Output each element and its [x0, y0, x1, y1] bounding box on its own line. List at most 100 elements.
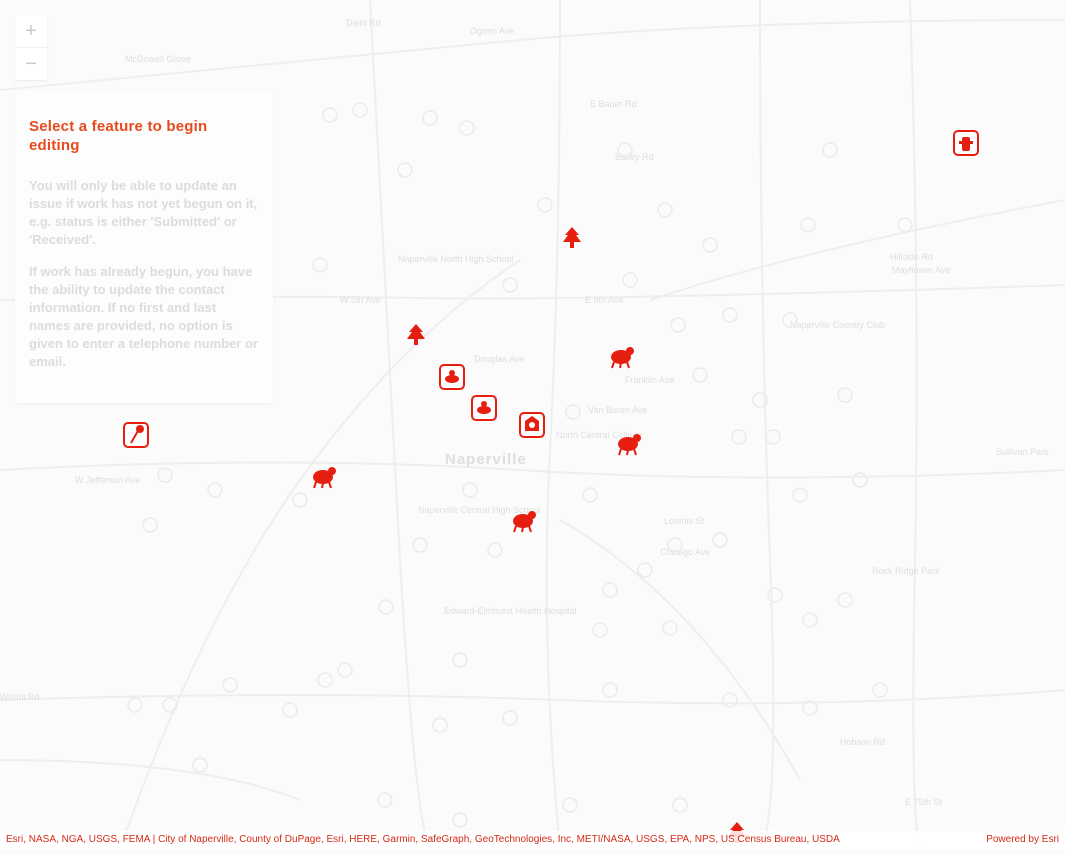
street-label: Mayflower Ave [892, 265, 950, 275]
poi-icon [452, 812, 468, 828]
street-label: Hobson Rd [840, 737, 885, 747]
poi-icon [292, 492, 308, 508]
street-label: W Jefferson Ave [75, 475, 140, 485]
poi-icon [592, 622, 608, 638]
poi-icon [487, 542, 503, 558]
poi-icon [602, 682, 618, 698]
street-label: Wehrli Rd [0, 692, 39, 702]
place-label: Edward-Elmhurst Health Hospital [444, 606, 577, 616]
panel-title: Select a feature to begin editing [29, 118, 208, 154]
animal-issue-icon[interactable] [611, 347, 634, 369]
poi-icon [317, 672, 333, 688]
poi-icon [637, 562, 653, 578]
poi-icon [207, 482, 223, 498]
street-label: E 5th Ave [585, 295, 623, 305]
poi-icon [412, 537, 428, 553]
poi-icon [852, 472, 868, 488]
poi-icon [157, 467, 173, 483]
panel-paragraph: You will only be able to update an issue… [29, 178, 258, 247]
poi-icon [422, 110, 438, 126]
poi-icon [822, 142, 838, 158]
poi-icon [377, 792, 393, 808]
place-label: Sullivan Park [996, 447, 1049, 457]
pothole-issue-icon[interactable] [439, 364, 465, 390]
poi-icon [722, 692, 738, 708]
place-label: Naperville Country Club [790, 320, 885, 330]
street-label: Hillside Rd [890, 252, 933, 262]
graffiti-issue-icon[interactable] [519, 412, 545, 438]
poi-icon [622, 272, 638, 288]
street-label: E 75th St [905, 797, 943, 807]
poi-icon [459, 120, 475, 136]
zoom-in-button[interactable]: + [15, 15, 47, 47]
tree-issue-icon[interactable] [407, 324, 425, 345]
poi-icon [502, 710, 518, 726]
poi-icon [767, 587, 783, 603]
poi-icon [792, 487, 808, 503]
poi-icon [378, 599, 394, 615]
poi-icon [462, 482, 478, 498]
street-label: Douglas Ave [474, 354, 524, 364]
poi-icon [802, 612, 818, 628]
poi-icon [502, 277, 518, 293]
poi-icon [282, 702, 298, 718]
panel-paragraph: If work has already begun, you have the … [29, 264, 258, 369]
street-label: Van Buren Ave [588, 405, 647, 415]
poi-icon [337, 662, 353, 678]
tree-issue-icon[interactable] [563, 227, 581, 248]
place-label: McDowell Grove [125, 54, 191, 64]
street-label: W 5th Ave [340, 295, 381, 305]
poi-icon [722, 307, 738, 323]
place-label: Naperville Central High School [418, 505, 541, 515]
poi-icon [432, 717, 448, 733]
poi-icon [582, 487, 598, 503]
poi-icon [162, 697, 178, 713]
street-label: Diehl Rd [346, 18, 381, 28]
street-label: Ogden Ave [470, 26, 514, 36]
poi-icon [765, 429, 781, 445]
place-label: Naperville North High School [398, 254, 514, 264]
poi-icon [702, 237, 718, 253]
poi-icon [397, 162, 413, 178]
poi-icon [352, 102, 368, 118]
pothole-issue-icon[interactable] [471, 395, 497, 421]
poi-icon [897, 217, 913, 233]
zoom-out-button[interactable]: − [15, 47, 47, 80]
poi-icon [731, 429, 747, 445]
poi-icon [837, 592, 853, 608]
poi-icon [565, 404, 581, 420]
attribution-sources[interactable]: Esri, NASA, NGA, USGS, FEMA | City of Na… [6, 831, 961, 849]
streetlight-issue-icon[interactable] [123, 422, 149, 448]
poi-icon [562, 797, 578, 813]
street-label: Bailey Rd [615, 152, 654, 162]
poi-icon [692, 367, 708, 383]
hydrant-issue-icon[interactable] [953, 130, 979, 156]
poi-icon [872, 682, 888, 698]
poi-icon [657, 202, 673, 218]
poi-icon [312, 257, 328, 273]
poi-icon [192, 757, 208, 773]
poi-icon [712, 532, 728, 548]
poi-icon [322, 107, 338, 123]
poi-icon [670, 317, 686, 333]
editor-panel: Select a feature to begin editing You wi… [15, 91, 273, 403]
poi-icon [672, 797, 688, 813]
poi-icon [602, 582, 618, 598]
poi-icon [537, 197, 553, 213]
map-area-label: Naperville [445, 451, 527, 468]
poi-icon [127, 697, 143, 713]
place-label: Rock Ridge Park [872, 566, 940, 576]
poi-icon [452, 652, 468, 668]
attribution-bar: Esri, NASA, NGA, USGS, FEMA | City of Na… [0, 831, 1065, 849]
poi-icon [142, 517, 158, 533]
poi-icon [662, 620, 678, 636]
poi-icon [837, 387, 853, 403]
poi-icon [800, 217, 816, 233]
animal-issue-icon[interactable] [313, 467, 336, 489]
zoom-control: + − [15, 15, 47, 80]
powered-by-link[interactable]: Powered by Esri [986, 831, 1059, 849]
street-label: Chicago Ave [660, 547, 710, 557]
street-label: Loomis St [664, 516, 705, 526]
poi-icon [222, 677, 238, 693]
street-label: Franklin Ave [625, 375, 674, 385]
